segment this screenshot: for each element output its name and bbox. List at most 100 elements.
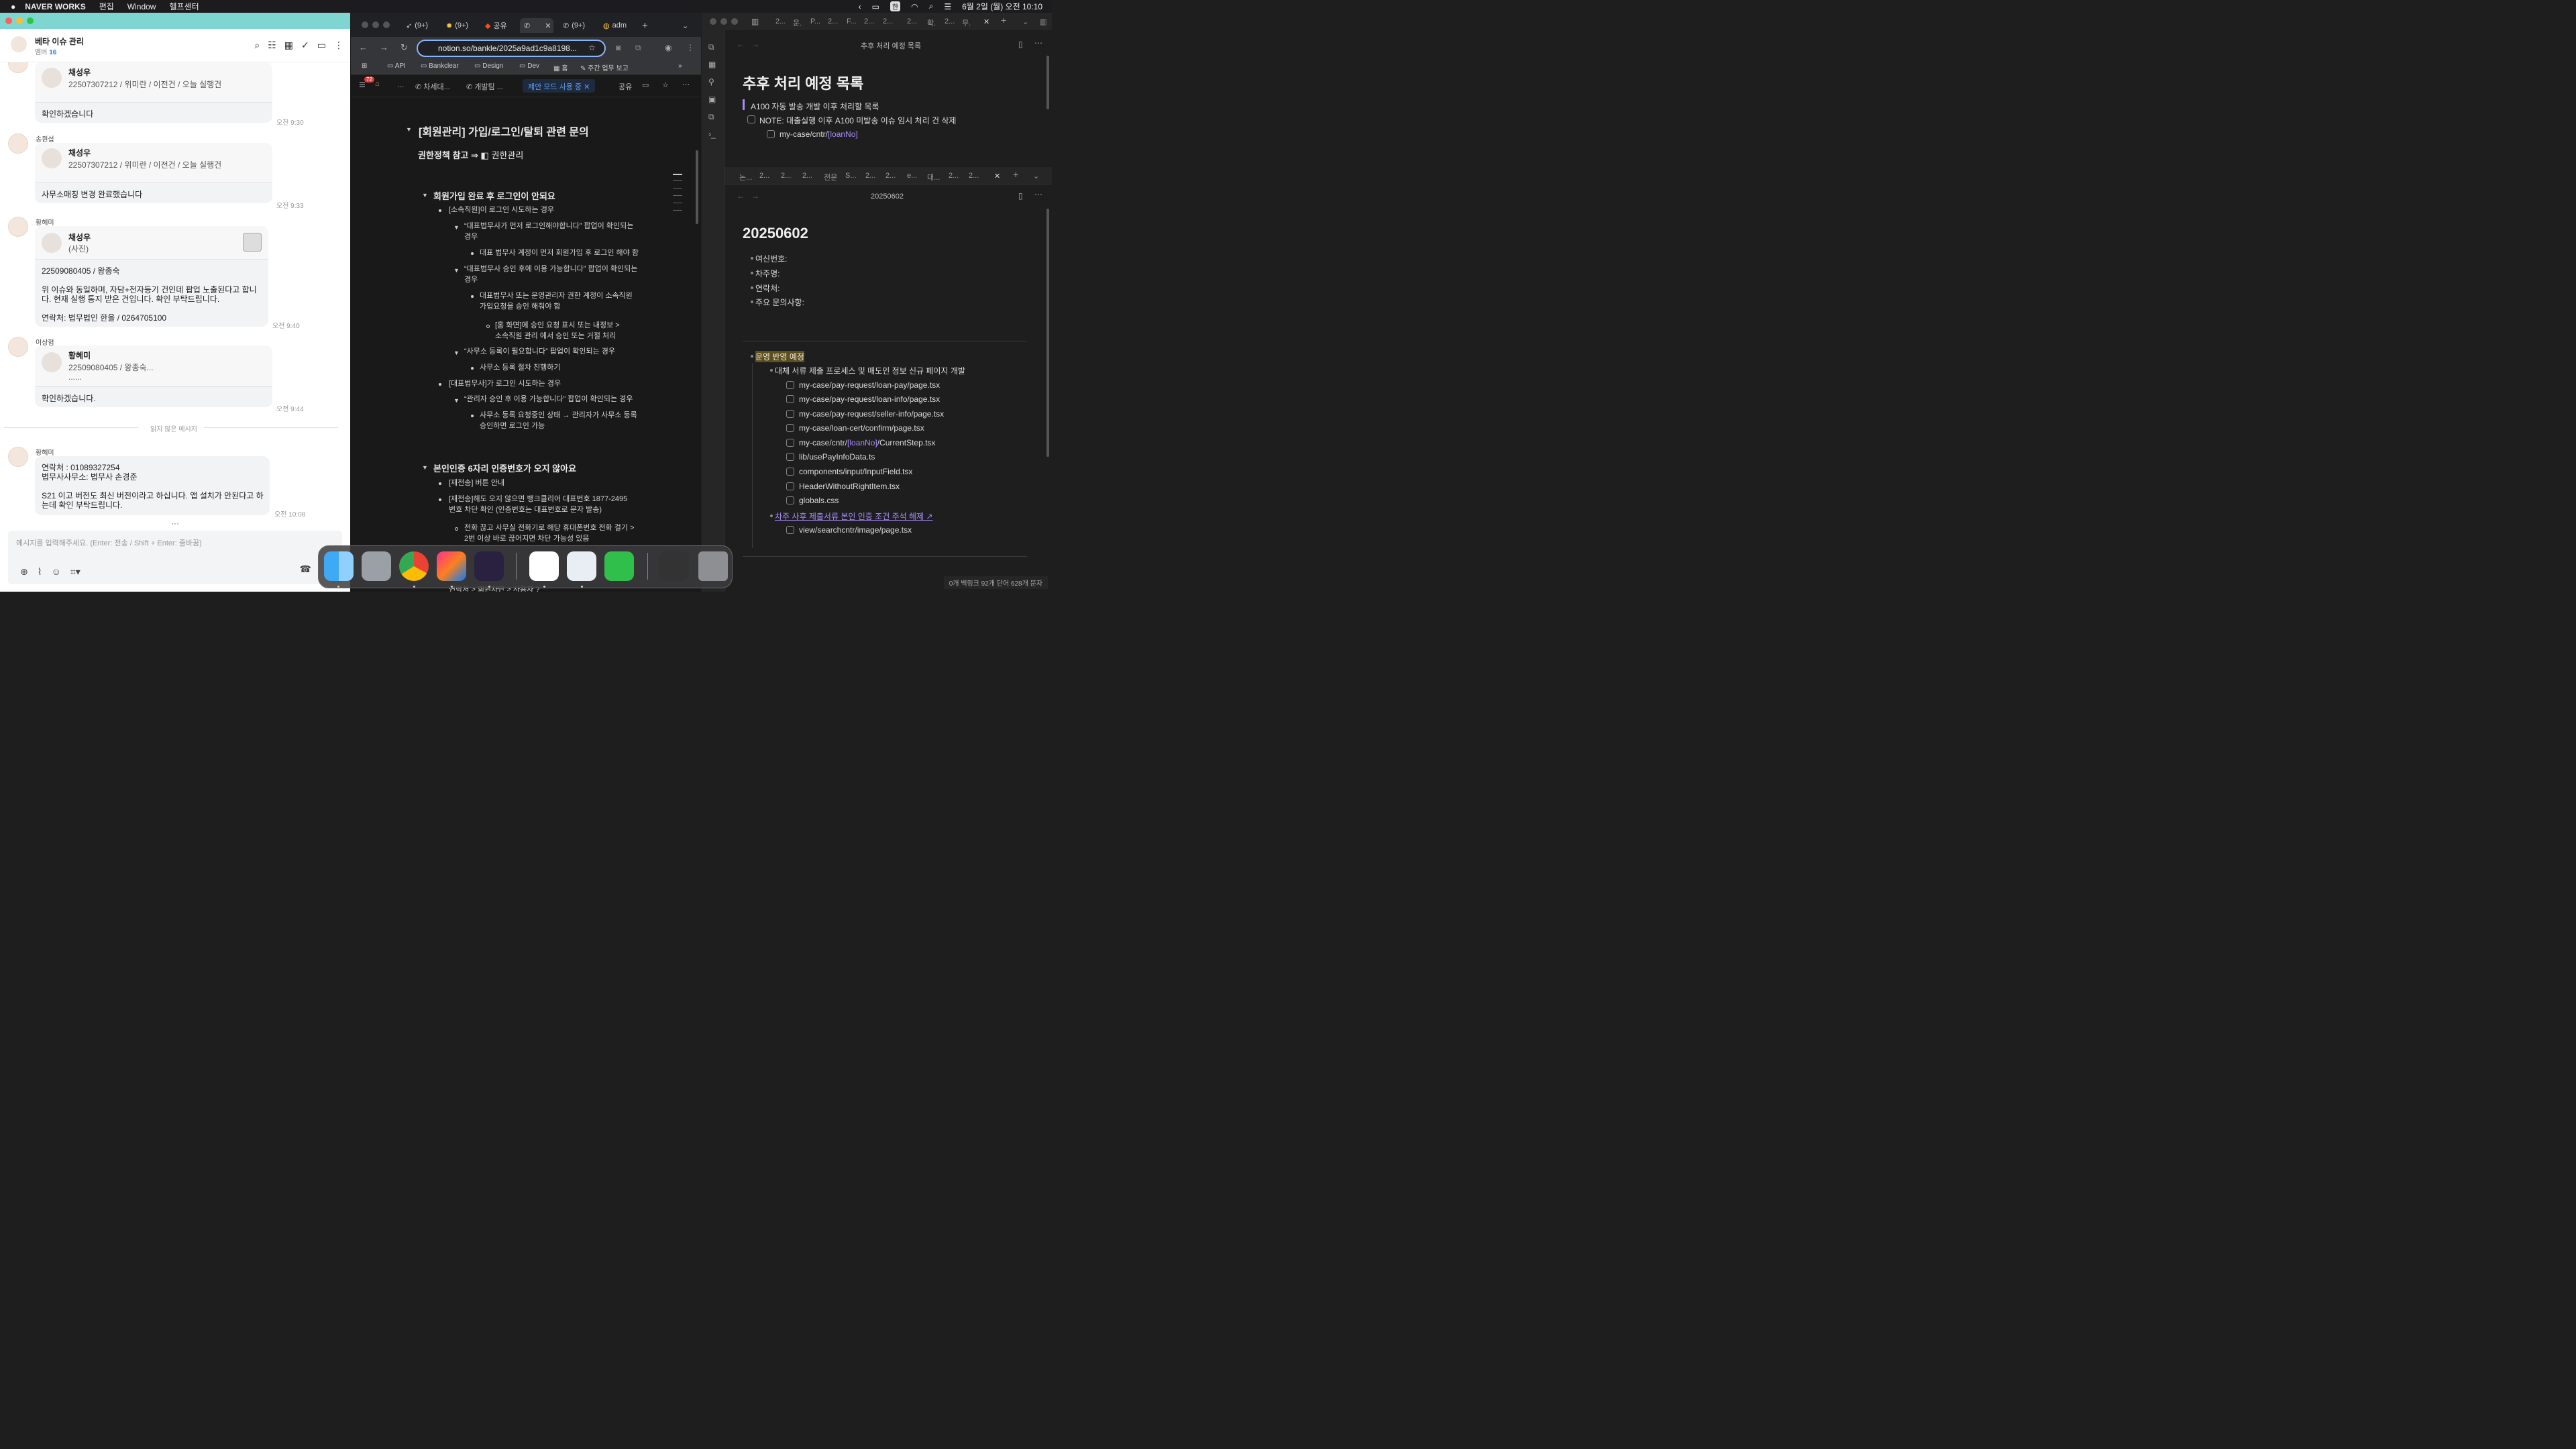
list-item[interactable]: [홈 화면]에 승인 요청 표시 또는 내정보 > 소속직원 관리 에서 승인 … (495, 320, 620, 341)
apple-icon[interactable]: ● (11, 2, 15, 11)
forward-icon[interactable]: → (751, 40, 759, 49)
menu-window[interactable]: Window (127, 2, 156, 11)
avatar[interactable] (8, 217, 28, 237)
toggle-arrow[interactable]: ▼ (406, 126, 412, 133)
toggle-arrow[interactable]: ▼ (453, 350, 460, 356)
external-link[interactable]: 차주 사후 제출서류 본인 인증 조건 주석 해제 ↗ (775, 511, 932, 522)
close-window-button[interactable] (362, 21, 368, 28)
note-tab[interactable]: 운. (793, 17, 802, 28)
minimize-window-button[interactable] (720, 18, 727, 25)
task-text[interactable]: lib/usePayInfoData.ts (799, 452, 875, 462)
field-label[interactable]: 차주명: (755, 268, 780, 279)
minimize-window-button[interactable] (372, 21, 379, 28)
clock[interactable]: 6월 2일 (월) 오전 10:10 (962, 1, 1042, 12)
search-icon[interactable]: ⌕ (929, 1, 934, 11)
profile-icon[interactable]: ◉ (665, 43, 672, 52)
breadcrumb-item[interactable]: ✆ 개발팀 ... (466, 81, 503, 92)
list-item[interactable]: 대체 서류 제출 프로세스 및 매도인 정보 신규 페이지 개발 (775, 365, 965, 376)
message-bubble[interactable]: 채성우 22507307212 / 위미란 / 이전건 / 오늘 실행건 사무소… (35, 143, 272, 203)
task-text[interactable]: my-case/pay-request/seller-info/page.tsx (799, 409, 944, 419)
more-icon[interactable]: ⋯ (1034, 190, 1042, 199)
task-text[interactable]: my-case/cntr/[loanNo] (780, 129, 858, 139)
chevron-down-icon[interactable]: ⌄ (1022, 17, 1028, 26)
back-icon[interactable]: ← (359, 42, 368, 53)
zoom-window-button[interactable] (731, 18, 738, 25)
more-icon[interactable]: ⋯ (1034, 38, 1042, 48)
task-text[interactable]: view/searchcntr/image/page.tsx (799, 525, 912, 535)
extensions-icon[interactable]: ⧉ (635, 43, 641, 53)
menu-help[interactable]: 헬프센터 (169, 1, 199, 12)
avatar[interactable] (8, 337, 28, 357)
list-item[interactable]: 대표 법무사 계정이 먼저 회원가입 후 로그인 해야 함 (480, 248, 639, 258)
suggest-mode-chip[interactable]: 제안 모드 사용 중 ✕ (523, 79, 596, 93)
intellij-icon[interactable] (437, 551, 466, 581)
naver-works-icon[interactable] (529, 551, 559, 581)
task-text[interactable]: my-case/loan-cert/confirm/page.tsx (799, 423, 924, 433)
note-tab[interactable]: 확. (927, 17, 936, 28)
close-window-button[interactable] (710, 18, 716, 25)
tab-search-button[interactable]: ⌄ (682, 18, 688, 33)
list-item[interactable]: “관리자 승인 후 이용 가능합니다” 팝업이 확인되는 경우 (464, 394, 633, 405)
avatar[interactable] (8, 133, 28, 154)
highlighted-heading[interactable]: 운영 반영 예정 (755, 351, 804, 362)
photo-thumbnail[interactable] (243, 233, 262, 252)
task-text[interactable]: components/input/InputField.tsx (799, 467, 912, 476)
message-bubble[interactable]: 연락처 : 01089327254 법무사사무소: 법무사 손경준 S21 이고… (35, 456, 270, 515)
page-link[interactable]: ◧ 권한관리 (481, 150, 524, 160)
terminal-icon[interactable]: ›_ (708, 129, 716, 139)
files-icon[interactable]: ⧉ (708, 42, 714, 52)
message-bubble[interactable]: 황혜미 22509080405 / 왕종숙... ...... 확인하겠습니다. (35, 345, 272, 407)
toggle-arrow[interactable]: ▼ (422, 192, 428, 199)
note-tab[interactable]: 2... (945, 17, 955, 25)
phone-icon[interactable]: ☎ (300, 564, 311, 575)
chrome-menu-icon[interactable]: ⋮ (686, 43, 694, 52)
note-tab[interactable]: 2... (885, 172, 896, 180)
message-composer[interactable]: 메시지를 입력해주세요. (Enter: 전송 / Shift + Enter:… (8, 531, 342, 584)
bookmark-folder[interactable]: ▭ API (387, 62, 406, 70)
note-tab[interactable]: 무. (962, 17, 971, 28)
note-tab[interactable]: 2... (865, 172, 875, 180)
avatar[interactable] (8, 62, 28, 73)
note-tab[interactable]: S... (845, 172, 857, 180)
bookmark-folder[interactable]: ▭ Dev (519, 62, 539, 70)
reading-view-icon[interactable]: ▯ (1018, 40, 1023, 49)
notification-badge[interactable]: 72 (364, 76, 374, 83)
more-icon[interactable]: ⋯ (682, 80, 690, 89)
note-tab[interactable]: 2... (883, 17, 893, 25)
list-item[interactable]: “대표법무사 승인 후에 이용 가능합니다” 팝업이 확인되는 경우 (464, 264, 637, 285)
group-avatar[interactable] (9, 35, 28, 54)
folder-icon[interactable]: ▭ (317, 40, 326, 51)
bookmark-star-icon[interactable]: ☆ (588, 43, 596, 52)
note-tab[interactable]: e... (907, 172, 917, 180)
toggle-heading[interactable]: [회원관리] 가입/로그인/탈퇴 관련 문의 (419, 123, 589, 139)
quoted-message[interactable]: 채성우 22507307212 / 위미란 / 이전건 / 오늘 실행건 (35, 143, 272, 183)
breadcrumb[interactable]: ... (398, 81, 404, 89)
new-tab-button[interactable]: + (1013, 169, 1018, 180)
reading-view-icon[interactable]: ▯ (1018, 191, 1023, 201)
list-item[interactable]: 전화 끊고 사무실 전화기로 해당 휴대폰번호 전화 걸기 > 2번 이상 바로… (464, 523, 635, 544)
list-item[interactable]: [소속직원]이 로그인 시도하는 경우 (449, 205, 554, 215)
checkbox[interactable] (786, 526, 794, 534)
close-tab-icon[interactable]: ✕ (983, 17, 989, 26)
forward-icon[interactable]: → (380, 42, 388, 53)
back-icon[interactable]: ← (737, 191, 745, 201)
toggle-arrow[interactable]: ▼ (453, 267, 460, 274)
list-item[interactable]: “사무소 등록이 필요합니다” 팝업이 확인되는 경우 (464, 346, 615, 357)
canvas-icon[interactable]: ▣ (708, 95, 716, 104)
toggle-arrow[interactable]: ▼ (453, 224, 460, 231)
field-label[interactable]: 주요 문의사항: (755, 297, 804, 308)
breadcrumb-item[interactable]: ✆ 차세대... (415, 81, 450, 92)
browser-tab[interactable]: ◆ 공유 (485, 18, 507, 33)
app-menu[interactable]: NAVER WORKS (25, 2, 85, 11)
pages-icon[interactable]: ⧉ (708, 112, 714, 122)
note-tab[interactable]: 2... (802, 172, 812, 180)
task-text[interactable]: my-case/cntr/[loanNo]/CurrentStep.tsx (799, 438, 935, 447)
obsidian-icon[interactable] (474, 551, 504, 581)
note-tab[interactable]: 논... (739, 172, 752, 182)
note-tab[interactable]: 2... (864, 17, 874, 25)
url-bar[interactable]: notion.so/bankle/2025a9ad1c9a8198... (417, 40, 606, 57)
new-tab-button[interactable]: + (1001, 15, 1006, 25)
close-window-button[interactable] (5, 17, 12, 24)
message-bubble[interactable]: 채성우 (사진) 22509080405 / 왕종숙 위 이슈와 동일하며, 자… (35, 226, 268, 327)
note-title[interactable]: 추후 처리 예정 목록 (743, 72, 863, 93)
